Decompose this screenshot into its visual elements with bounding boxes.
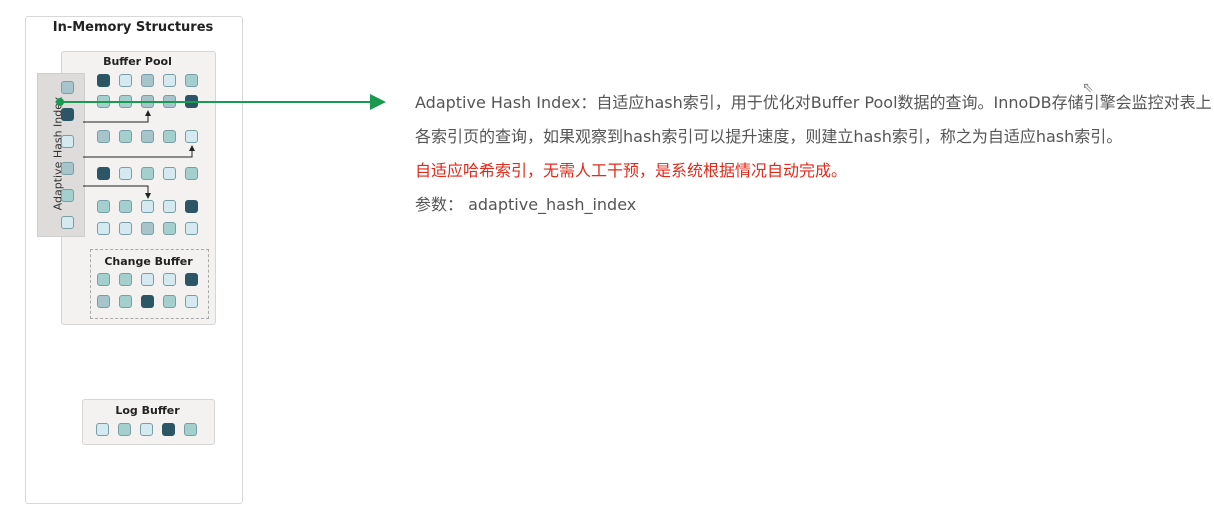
green-pointer-dot [56,98,64,106]
mouse-cursor-icon: ⇖ [1082,80,1094,96]
hash-pointer-arrow [83,110,151,123]
hash-pointer-arrow [83,145,195,158]
hash-pointer-arrow [83,185,151,199]
highlight-note: 自适应哈希索引，无需人工干预，是系统根据情况自动完成。 [415,161,848,180]
description-paragraph: Adaptive Hash Index：自适应hash索引，用于优化对Buffe… [415,93,1212,146]
description-text: Adaptive Hash Index：自适应hash索引，用于优化对Buffe… [415,86,1214,222]
parameter-line: 参数： adaptive_hash_index [415,195,637,214]
arrows-layer [56,94,386,199]
